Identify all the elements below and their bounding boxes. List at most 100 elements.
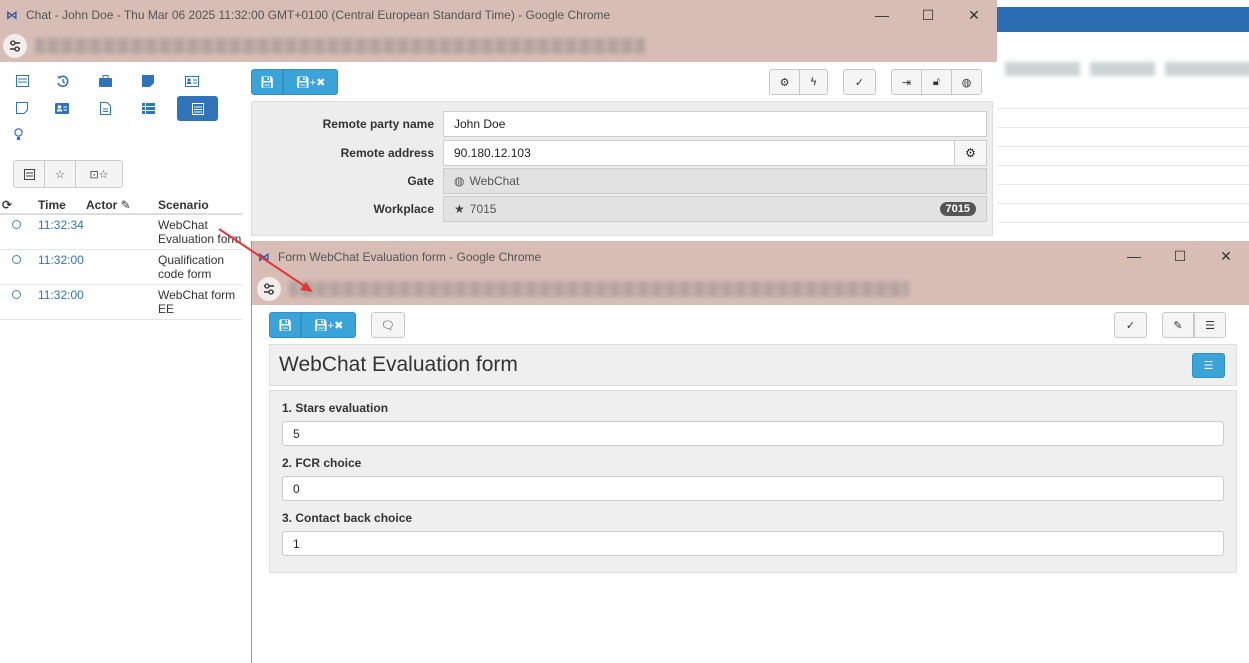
divider <box>997 203 1249 204</box>
row-scenario: WebChat Evaluation form <box>158 218 242 246</box>
complete-button[interactable]: ✓ <box>843 69 876 95</box>
login-button[interactable]: ⇥ <box>891 69 922 95</box>
blurred-url <box>289 280 909 297</box>
cog-outline-icon: ⚙ <box>965 146 976 160</box>
minimize-button[interactable]: — <box>1111 241 1157 271</box>
actor-header-label: Actor <box>86 197 118 212</box>
popup-titlebar: ⋈ Form WebChat Evaluation form - Google … <box>252 241 1249 272</box>
refresh-icon[interactable]: ⟳ <box>0 198 38 212</box>
globe-icon: ◍ <box>454 174 465 188</box>
gate-value: WebChat <box>469 174 520 188</box>
close-button[interactable]: ✕ <box>1203 241 1249 271</box>
fcr-choice-input[interactable]: 0 <box>282 476 1224 501</box>
app-logo-icon: ⋈ <box>6 8 18 22</box>
check-circle-icon: ✓ <box>1125 319 1136 332</box>
floppy-close-icon: 💾︎+✖ <box>313 319 344 332</box>
actor-header[interactable]: Actor ✎ <box>86 198 158 212</box>
time-header[interactable]: Time <box>38 198 86 212</box>
list-icon: ☰ <box>1203 360 1214 372</box>
globe-button[interactable]: ◍ <box>951 69 982 95</box>
edit-icon: ✎ <box>1173 319 1183 332</box>
address-action-button[interactable]: ⚙ <box>954 140 987 166</box>
blurred-url <box>35 38 645 54</box>
contact-form-panel: Remote party name John Doe Remote addres… <box>251 101 993 236</box>
form-view-button[interactable]: ☰ <box>1194 312 1226 338</box>
form-body: 1. Stars evaluation 5 2. FCR choice 0 3.… <box>269 390 1237 573</box>
status-icon <box>12 290 21 299</box>
gear-icon: ⚙ <box>779 76 790 89</box>
row-time: 11:32:34 <box>38 218 84 232</box>
row-scenario: Qualification code form <box>158 253 225 281</box>
status-icon <box>12 220 21 229</box>
workplace-value: 7015 <box>469 202 497 216</box>
scenario-header[interactable]: Scenario <box>158 198 243 212</box>
row-actor <box>86 288 158 316</box>
tab-media-starred[interactable]: ⊡☆ <box>76 161 122 187</box>
remote-party-name-field[interactable]: John Doe <box>443 111 987 137</box>
divider <box>997 184 1249 185</box>
note-icon[interactable] <box>130 69 166 93</box>
maximize-button[interactable]: ☐ <box>905 0 951 30</box>
remote-party-name-label: Remote party name <box>322 117 434 131</box>
blurred-text <box>1005 62 1249 76</box>
sticky-note-icon[interactable] <box>4 96 40 120</box>
complete-button[interactable]: ✓ <box>1114 312 1147 338</box>
edit-button[interactable]: ✎ <box>1162 312 1194 338</box>
form-icon: ☰ <box>1205 319 1215 332</box>
menu-button[interactable]: ☰ <box>1192 353 1225 378</box>
history-icon[interactable] <box>44 69 80 93</box>
briefcase-icon[interactable] <box>87 69 123 93</box>
settings-button[interactable]: ⚙ <box>769 69 800 95</box>
document-icon[interactable] <box>87 96 123 120</box>
save-button[interactable]: 💾︎ <box>251 69 283 95</box>
popup-window-title: Form WebChat Evaluation form - Google Ch… <box>278 249 542 264</box>
status-icon <box>12 255 21 264</box>
workplace-field: ★ 7015 7015 <box>443 196 987 222</box>
table-row[interactable]: 11:32:00 WebChat form EE <box>0 285 243 320</box>
remote-address-label: Remote address <box>340 146 434 160</box>
close-button[interactable]: ✕ <box>951 0 997 30</box>
row-scenario: WebChat form EE <box>158 288 236 316</box>
form-icon[interactable] <box>177 96 218 121</box>
save-close-button[interactable]: 💾︎+✖ <box>283 69 338 95</box>
table-row[interactable]: 11:32:00 Qualification code form <box>0 250 243 285</box>
edit-icon: ✎ <box>117 197 131 212</box>
site-settings-icon[interactable] <box>257 276 281 301</box>
unlock-icon: 🔓︎ <box>932 75 941 88</box>
unlock-button[interactable]: 🔓︎ <box>921 69 952 95</box>
contact-card-icon[interactable] <box>174 69 210 93</box>
contact-back-choice-input[interactable]: 1 <box>282 531 1224 556</box>
row-actor <box>86 218 158 246</box>
gate-label: Gate <box>407 174 434 188</box>
site-settings-icon[interactable] <box>3 34 27 58</box>
maximize-button[interactable]: ☐ <box>1157 241 1203 271</box>
list-icon[interactable] <box>4 69 40 93</box>
question-label: 3. Contact back choice <box>282 511 413 525</box>
table-row[interactable]: 11:32:34 WebChat Evaluation form <box>0 215 243 250</box>
row-time: 11:32:00 <box>38 253 84 267</box>
conversation-table: ⟳ Time Actor ✎ Scenario 11:32:34 WebChat… <box>0 196 243 320</box>
comment-button[interactable]: 🗨︎ <box>371 312 405 338</box>
table-header: ⟳ Time Actor ✎ Scenario <box>0 196 243 215</box>
background-header-bar <box>997 7 1249 32</box>
action-button[interactable]: ϟ <box>799 69 828 95</box>
lightbulb-icon[interactable] <box>0 122 36 146</box>
floppy-icon: 💾︎ <box>278 319 292 332</box>
gate-field: ◍ WebChat <box>443 168 987 194</box>
form-title: WebChat Evaluation form <box>279 353 518 376</box>
globe-icon: ◍ <box>961 76 972 89</box>
save-button[interactable]: 💾︎ <box>269 312 301 338</box>
tab-starred[interactable]: ☆ <box>45 161 76 187</box>
tab-form[interactable] <box>14 161 45 187</box>
remote-address-field[interactable]: 90.180.12.103 <box>443 140 955 166</box>
id-card-icon[interactable] <box>44 96 80 120</box>
address-bar <box>0 30 997 62</box>
workplace-label: Workplace <box>373 202 434 216</box>
star-icon: ☆ <box>55 168 65 181</box>
list-view-icon[interactable] <box>130 96 166 120</box>
chat-window-titlebar: ⋈ Chat - John Doe - Thu Mar 06 2025 11:3… <box>0 0 997 30</box>
bolt-icon: ϟ <box>810 76 817 88</box>
stars-evaluation-input[interactable]: 5 <box>282 421 1224 446</box>
save-close-button[interactable]: 💾︎+✖ <box>301 312 356 338</box>
minimize-button[interactable]: — <box>859 0 905 30</box>
